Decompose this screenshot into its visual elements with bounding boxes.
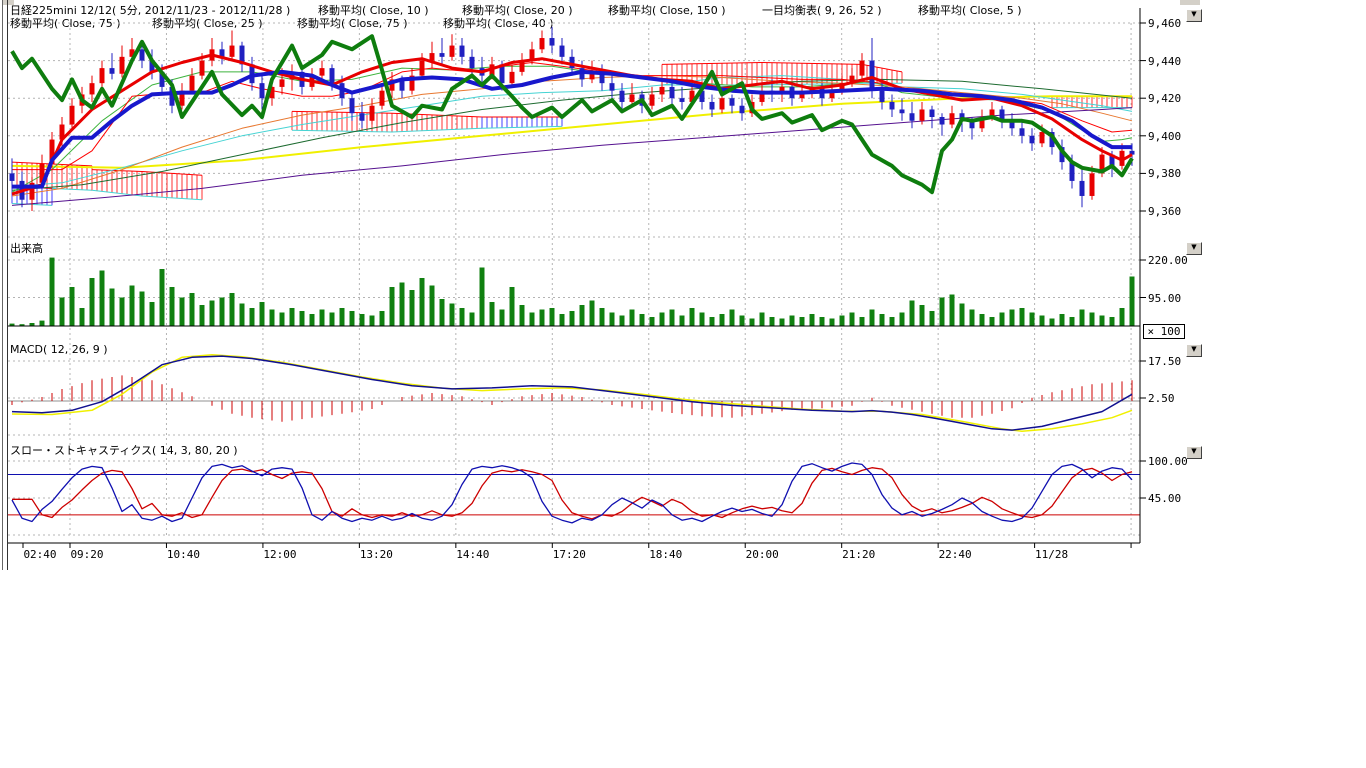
- stoch-panel-dropdown-button[interactable]: ▼: [1186, 446, 1202, 459]
- price-tick: 9,420: [1148, 92, 1181, 105]
- macd-panel-label: MACD( 12, 26, 9 ): [10, 343, 108, 356]
- time-label: 20:00: [746, 548, 779, 561]
- price-tick: 9,400: [1148, 130, 1181, 143]
- time-label: 17:20: [553, 548, 586, 561]
- ichimoku-cloud: [12, 62, 1132, 205]
- stochastics-plot: [8, 463, 1140, 523]
- time-label: 10:40: [167, 548, 200, 561]
- price-tick: 9,360: [1148, 205, 1181, 218]
- macd-panel-dropdown-button[interactable]: ▼: [1186, 344, 1202, 357]
- time-label: 21:20: [842, 548, 875, 561]
- stoch-tick: 100.00: [1148, 455, 1188, 468]
- thin-moving-averages: [12, 63, 1132, 206]
- volume-panel-label: 出来高: [10, 240, 43, 256]
- volume-tick: 220.00: [1148, 254, 1188, 267]
- stoch-tick: 45.00: [1148, 492, 1181, 505]
- price-panel-dropdown-button[interactable]: ▼: [1186, 9, 1202, 22]
- volume-tick: 95.00: [1148, 292, 1181, 305]
- volume-multiplier-box: × 100: [1143, 324, 1185, 339]
- time-label: 02:40: [23, 548, 56, 561]
- stoch-panel-label: スロー・ストキャスティクス( 14, 3, 80, 20 ): [10, 442, 238, 458]
- price-tick: 9,460: [1148, 17, 1181, 30]
- axes-frame: [8, 0, 1147, 570]
- time-label: 14:40: [456, 548, 489, 561]
- chart-window: 日経225mini 12/12( 5分, 2012/11/23 - 2012/1…: [0, 0, 1366, 768]
- time-label: 13:20: [360, 548, 393, 561]
- volume-bars: [8, 258, 1140, 326]
- price-tick: 9,440: [1148, 55, 1181, 68]
- time-label: 11/28: [1035, 548, 1068, 561]
- price-tick: 9,380: [1148, 167, 1181, 180]
- time-label: 22:40: [939, 548, 972, 561]
- time-label: 12:00: [263, 548, 296, 561]
- time-label: 18:40: [649, 548, 682, 561]
- macd-plot: [8, 355, 1140, 432]
- macd-tick: 17.50: [1148, 355, 1181, 368]
- chart-canvas[interactable]: [0, 0, 1366, 768]
- time-label: 09:20: [70, 548, 103, 561]
- macd-tick: 2.50: [1148, 392, 1175, 405]
- volume-panel-dropdown-button[interactable]: ▼: [1186, 242, 1202, 255]
